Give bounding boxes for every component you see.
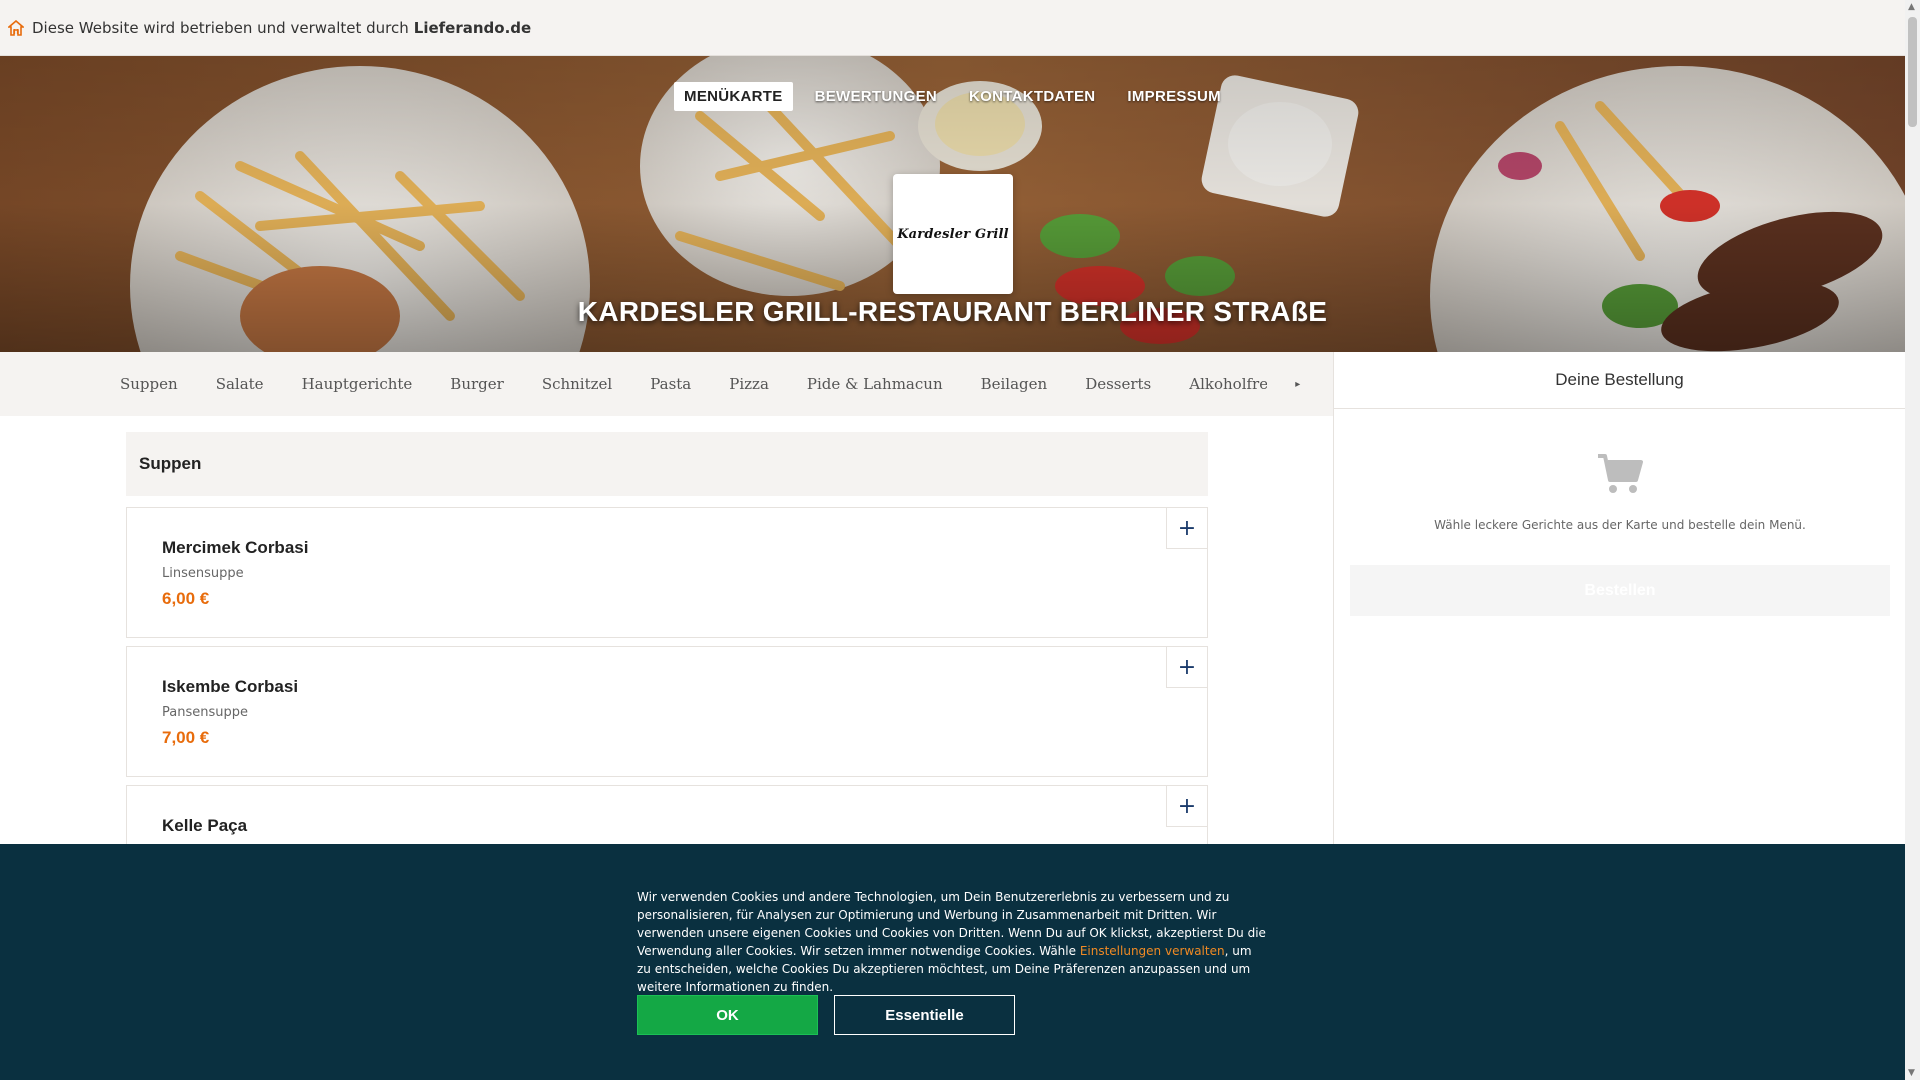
empty-cart-text: Wähle leckere Gerichte aus der Karte und… xyxy=(1434,518,1806,532)
order-title: Deine Bestellung xyxy=(1334,352,1905,409)
add-item-button[interactable]: + xyxy=(1166,508,1207,549)
category-hauptgerichte[interactable]: Hauptgerichte xyxy=(302,375,413,393)
category-desserts[interactable]: Desserts xyxy=(1085,375,1151,393)
nav-imprint[interactable]: IMPRESSUM xyxy=(1117,82,1231,111)
section-title: Suppen xyxy=(126,432,1208,496)
category-schnitzel[interactable]: Schnitzel xyxy=(542,375,612,393)
category-pide-lahmacun[interactable]: Pide & Lahmacun xyxy=(807,375,943,393)
category-nav: Suppen Salate Hauptgerichte Burger Schni… xyxy=(0,352,1333,416)
order-button[interactable]: Bestellen xyxy=(1350,565,1890,616)
top-nav: MENÜKARTE BEWERTUNGEN KONTAKTDATEN IMPRE… xyxy=(0,82,1905,111)
menu-item[interactable]: Mercimek Corbasi Linsensuppe 6,00 € + xyxy=(126,507,1208,638)
category-pasta[interactable]: Pasta xyxy=(650,375,691,393)
restaurant-title: KARDESLER GRILL-RESTAURANT BERLINER STRA… xyxy=(577,296,1328,327)
cookie-banner: Wir verwenden Cookies und andere Technol… xyxy=(0,844,1905,1080)
category-alkoholfreie[interactable]: Alkoholfreie xyxy=(1189,375,1267,393)
menu-item-description: Linsensuppe xyxy=(162,566,244,581)
menu-item-price: 7,00 € xyxy=(162,728,210,747)
category-burger[interactable]: Burger xyxy=(450,375,504,393)
page-scrollbar[interactable]: ▲ ▼ xyxy=(1905,0,1920,1080)
menu-item-name: Mercimek Corbasi xyxy=(162,538,309,557)
category-suppen[interactable]: Suppen xyxy=(120,375,178,393)
scroll-down-icon[interactable]: ▼ xyxy=(1908,1068,1915,1078)
notice-brand-link[interactable]: Lieferando.de xyxy=(414,19,531,37)
nav-contact[interactable]: KONTAKTDATEN xyxy=(959,82,1105,111)
nav-reviews[interactable]: BEWERTUNGEN xyxy=(805,82,947,111)
menu-item[interactable]: Iskembe Corbasi Pansensuppe 7,00 € + xyxy=(126,646,1208,777)
scrollbar-thumb[interactable] xyxy=(1908,17,1917,127)
category-salate[interactable]: Salate xyxy=(216,375,264,393)
lieferando-notice-bar: Diese Website wird betrieben und verwalt… xyxy=(0,0,1905,56)
category-pizza[interactable]: Pizza xyxy=(729,375,769,393)
chevron-right-icon[interactable]: ▸ xyxy=(1295,379,1300,390)
scroll-up-icon[interactable]: ▲ xyxy=(1908,2,1915,12)
cookie-text: Wir verwenden Cookies und andere Technol… xyxy=(637,888,1267,996)
nav-menu[interactable]: MENÜKARTE xyxy=(674,82,793,111)
cookie-essential-button[interactable]: Essentielle xyxy=(834,995,1015,1035)
logo-text: Kardesler Grill xyxy=(897,226,1009,242)
category-beilagen[interactable]: Beilagen xyxy=(981,375,1048,393)
menu-item-name: Iskembe Corbasi xyxy=(162,677,299,696)
menu-item-name: Kelle Paça xyxy=(162,816,248,835)
menu-item-description: Pansensuppe xyxy=(162,705,248,720)
restaurant-logo: Kardesler Grill xyxy=(893,174,1013,294)
house-icon xyxy=(8,19,24,36)
add-item-button[interactable]: + xyxy=(1166,647,1207,688)
add-item-button[interactable]: + xyxy=(1166,786,1207,827)
hero-banner: MENÜKARTE BEWERTUNGEN KONTAKTDATEN IMPRE… xyxy=(0,56,1905,352)
cookie-settings-link[interactable]: Einstellungen verwalten xyxy=(1080,944,1225,958)
shopping-cart-icon xyxy=(1596,452,1644,500)
menu-item-price: 6,00 € xyxy=(162,589,210,608)
cookie-ok-button[interactable]: OK xyxy=(637,995,818,1035)
notice-text: Diese Website wird betrieben und verwalt… xyxy=(32,18,409,37)
